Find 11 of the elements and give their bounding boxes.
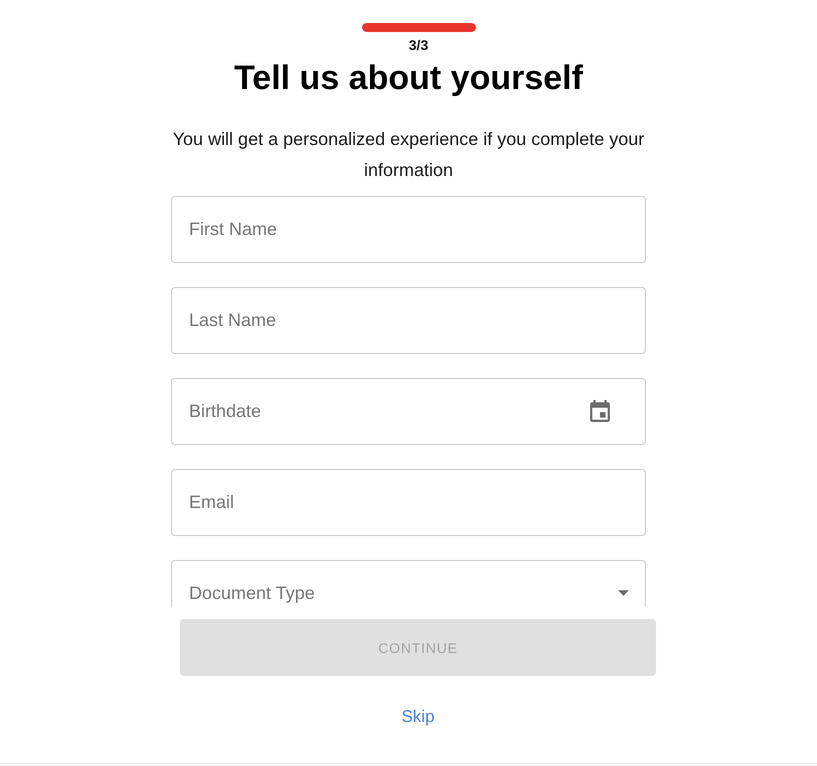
date-field[interactable]: Birthdate bbox=[171, 378, 646, 445]
dropdown-field[interactable]: Document Type bbox=[171, 560, 646, 607]
page-subtitle: You will get a personalized experience if you complete your information bbox=[172, 128, 646, 182]
input-field[interactable]: First Name bbox=[171, 196, 646, 263]
input-field[interactable]: Email bbox=[171, 469, 646, 536]
page-title: Tell us about yourself bbox=[234, 58, 583, 98]
calendar-icon bbox=[589, 400, 611, 422]
input-field[interactable]: Last Name bbox=[171, 287, 646, 354]
step-counter: 3/3 bbox=[408, 37, 428, 53]
caret-icon bbox=[618, 590, 629, 596]
skip-link[interactable]: Skip bbox=[401, 707, 435, 727]
